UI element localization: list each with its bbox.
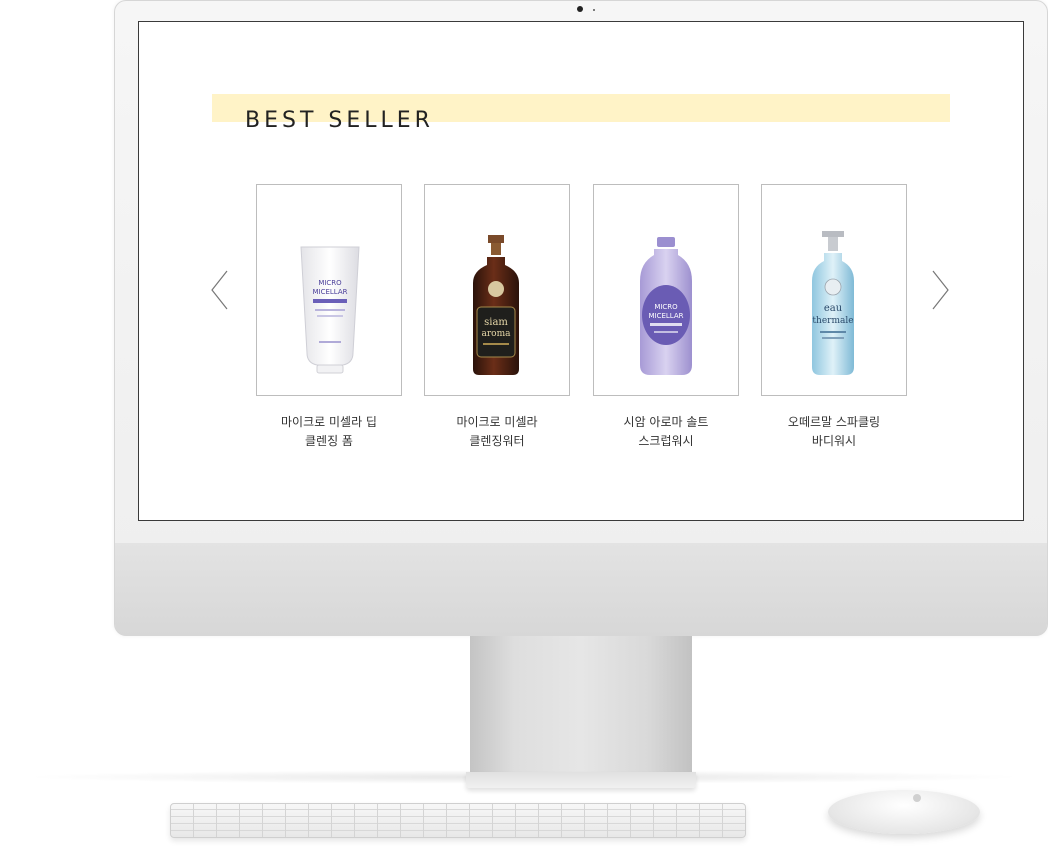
- monitor-stand: [470, 636, 692, 782]
- section-title: BEST SELLER: [245, 108, 434, 133]
- product-card[interactable]: MICRO MICELLAR 마이크로 미셀라 딥 클렌징 폼: [256, 184, 402, 451]
- svg-text:aroma: aroma: [482, 329, 512, 339]
- chevron-right-icon: [932, 270, 949, 310]
- product-name-line2: 클렌징 폼: [305, 434, 353, 448]
- sensor-icon: [593, 9, 595, 11]
- product-name-line1: 시암 아로마 솔트: [623, 415, 709, 429]
- product-image[interactable]: eau thermale: [761, 184, 907, 396]
- micro-micellar-bottle-image: MICRO MICELLAR: [640, 237, 692, 375]
- mouse: [828, 790, 980, 834]
- product-name-line1: 마이크로 미셀라 딥: [281, 415, 377, 429]
- product-image[interactable]: siam aroma: [424, 184, 570, 396]
- svg-text:MICELLAR: MICELLAR: [648, 312, 683, 320]
- product-name-line1: 오떼르말 스파클링: [787, 415, 881, 429]
- monitor-stand-foot: [466, 772, 696, 788]
- product-name-line1: 마이크로 미셀라: [456, 415, 538, 429]
- product-card[interactable]: siam aroma 마이크로 미셀라 클렌징워터: [424, 184, 570, 451]
- micro-micellar-tube-image: MICRO MICELLAR: [300, 246, 360, 374]
- product-image[interactable]: MICRO MICELLAR: [593, 184, 739, 396]
- svg-text:siam: siam: [484, 317, 508, 328]
- product-name-line2: 스크럽워시: [638, 434, 694, 448]
- monitor-chin: [115, 543, 1047, 636]
- product-card[interactable]: MICRO MICELLAR 시암 아로마 솔트 스크럽워시: [593, 184, 739, 451]
- product-name[interactable]: 마이크로 미셀라 딥 클렌징 폼: [256, 413, 402, 451]
- svg-text:MICRO: MICRO: [318, 279, 342, 287]
- carousel-prev-button[interactable]: [209, 270, 231, 310]
- svg-text:MICELLAR: MICELLAR: [312, 288, 347, 296]
- camera-icon: [577, 6, 583, 12]
- product-name[interactable]: 마이크로 미셀라 클렌징워터: [424, 413, 570, 451]
- svg-text:eau: eau: [824, 303, 843, 314]
- product-name[interactable]: 오떼르말 스파클링 바디워시: [761, 413, 907, 451]
- apple-logo-icon: [913, 794, 921, 802]
- product-image[interactable]: MICRO MICELLAR: [256, 184, 402, 396]
- keyboard: [170, 803, 746, 838]
- svg-text:MICRO: MICRO: [654, 303, 678, 311]
- product-name-line2: 클렌징워터: [469, 434, 525, 448]
- siam-aroma-bottle-image: siam aroma: [473, 235, 519, 375]
- product-card[interactable]: eau thermale 오떼르말 스파클링 바디워시: [761, 184, 907, 451]
- product-name[interactable]: 시암 아로마 솔트 스크럽워시: [593, 413, 739, 451]
- screen: BEST SELLER MICRO MICELLAR 마이크로 미셀라 딥 클렌…: [138, 21, 1024, 521]
- product-name-line2: 바디워시: [811, 434, 857, 448]
- eau-thermale-bottle-image: eau thermale: [812, 231, 854, 375]
- carousel-next-button[interactable]: [929, 270, 951, 310]
- svg-text:thermale: thermale: [812, 316, 853, 326]
- chevron-left-icon: [211, 270, 228, 310]
